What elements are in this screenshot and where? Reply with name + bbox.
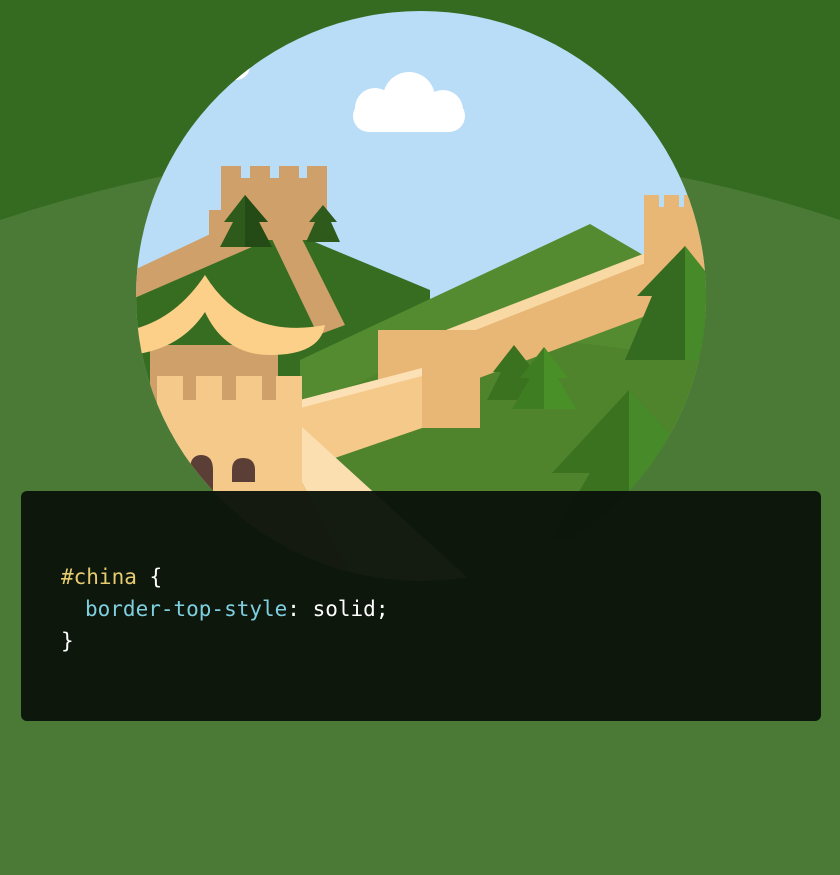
semicolon: ; <box>375 597 389 621</box>
close-brace: } <box>61 629 74 653</box>
code-block: #china { border-top-style: solid; } <box>21 491 821 721</box>
great-wall-illustration <box>0 0 840 581</box>
colon: : <box>287 597 300 621</box>
code-line-selector: #china { <box>61 561 821 593</box>
css-value: solid <box>299 597 376 621</box>
open-brace: { <box>136 565 163 589</box>
css-selector: #china <box>61 565 137 589</box>
wall-tower-icon <box>209 166 327 240</box>
code-line-close: } <box>61 625 821 657</box>
code-line-declaration: border-top-style: solid; <box>61 593 821 625</box>
css-property: border-top-style <box>85 597 288 621</box>
